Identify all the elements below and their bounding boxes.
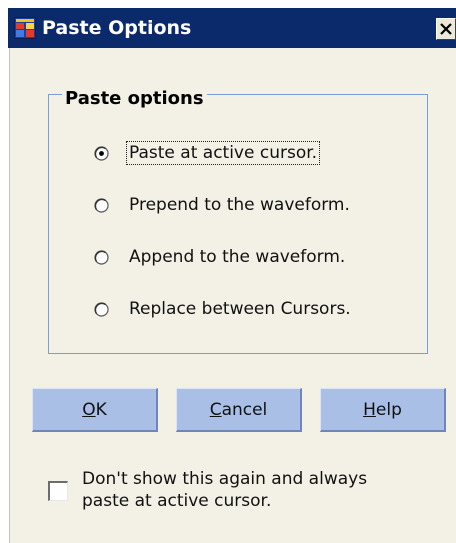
dont-show-again-label[interactable]: Don't show this again and always paste a… — [82, 468, 422, 512]
paste-options-dialog: Paste Options Paste options Paste at act… — [0, 0, 456, 543]
app-icon — [14, 17, 36, 39]
cancel-label-rest: ancel — [221, 399, 268, 420]
radio-unselected-icon — [94, 249, 109, 265]
radio-label: Replace between Cursors. — [129, 299, 351, 319]
ok-button[interactable]: OK — [32, 388, 158, 432]
window-title: Paste Options — [42, 17, 192, 39]
radio-label: Prepend to the waveform. — [129, 195, 350, 215]
title-bar[interactable]: Paste Options — [8, 8, 456, 48]
checkbox-label-line-1: Don't show this again and always — [82, 469, 368, 489]
radio-label: Paste at active cursor. — [125, 141, 321, 165]
ok-label-rest: K — [95, 399, 107, 420]
radio-unselected-icon — [94, 197, 109, 213]
checkbox-label-line-2: paste at active cursor. — [82, 491, 272, 511]
radio-append[interactable]: Append to the waveform. — [94, 243, 347, 271]
radio-paste-at-cursor[interactable]: Paste at active cursor. — [94, 139, 321, 167]
close-icon — [440, 23, 452, 35]
dont-show-again-checkbox[interactable] — [48, 481, 68, 501]
radio-replace-between-cursors[interactable]: Replace between Cursors. — [94, 295, 353, 323]
help-mnemonic: H — [363, 399, 376, 420]
ok-mnemonic: O — [82, 399, 96, 420]
cancel-button[interactable]: Cancel — [176, 388, 302, 432]
help-label-rest: elp — [375, 399, 402, 420]
group-title: Paste options — [62, 88, 207, 110]
radio-unselected-icon — [94, 301, 109, 317]
cancel-mnemonic: C — [209, 399, 222, 420]
radio-prepend[interactable]: Prepend to the waveform. — [94, 191, 352, 219]
help-button[interactable]: Help — [320, 388, 446, 432]
radio-label: Append to the waveform. — [129, 247, 346, 267]
radio-selected-icon — [94, 145, 109, 161]
close-button[interactable] — [436, 18, 456, 40]
